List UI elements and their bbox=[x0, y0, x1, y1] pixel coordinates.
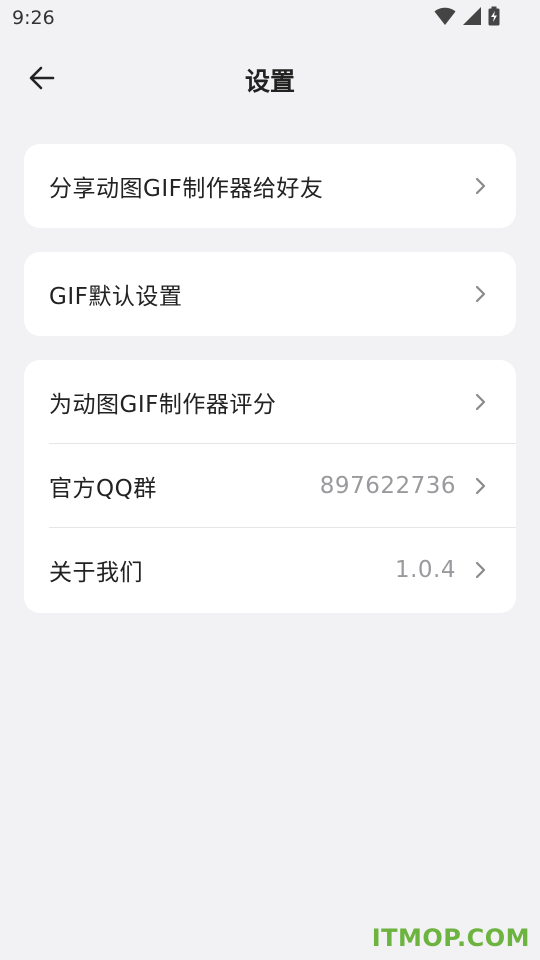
status-time: 9:26 bbox=[12, 7, 55, 29]
signal-icon bbox=[463, 7, 481, 25]
share-app-label: 分享动图GIF制作器给好友 bbox=[49, 176, 324, 202]
about-us-label: 关于我们 bbox=[49, 560, 143, 586]
toolbar: 设置 bbox=[0, 44, 540, 114]
app-version: 1.0.4 bbox=[394, 557, 456, 583]
gif-settings-card: GIF默认设置 bbox=[24, 252, 516, 336]
qq-group-number: 897622736 bbox=[319, 473, 456, 499]
status-icons bbox=[434, 6, 500, 26]
about-us-item[interactable]: 关于我们 1.0.4 bbox=[24, 528, 516, 612]
about-card: 为动图GIF制作器评分 官方QQ群 897622736 关于我们 1.0.4 bbox=[24, 360, 516, 613]
rate-app-item[interactable]: 为动图GIF制作器评分 bbox=[24, 360, 516, 444]
qq-group-item[interactable]: 官方QQ群 897622736 bbox=[24, 444, 516, 528]
chevron-right-icon bbox=[475, 477, 486, 495]
chevron-right-icon bbox=[475, 177, 486, 195]
page-title: 设置 bbox=[244, 67, 295, 96]
battery-charging-icon bbox=[488, 6, 500, 26]
watermark: ITMOP.COM bbox=[371, 924, 530, 952]
qq-group-label: 官方QQ群 bbox=[49, 476, 157, 502]
chevron-right-icon bbox=[475, 393, 486, 411]
share-app-item[interactable]: 分享动图GIF制作器给好友 bbox=[24, 144, 516, 228]
gif-default-settings-label: GIF默认设置 bbox=[49, 284, 183, 310]
chevron-right-icon bbox=[475, 561, 486, 579]
rate-app-label: 为动图GIF制作器评分 bbox=[49, 392, 277, 418]
wifi-icon bbox=[434, 7, 456, 25]
chevron-right-icon bbox=[475, 285, 486, 303]
share-card: 分享动图GIF制作器给好友 bbox=[24, 144, 516, 228]
gif-default-settings-item[interactable]: GIF默认设置 bbox=[24, 252, 516, 336]
status-bar: 9:26 bbox=[0, 0, 540, 36]
